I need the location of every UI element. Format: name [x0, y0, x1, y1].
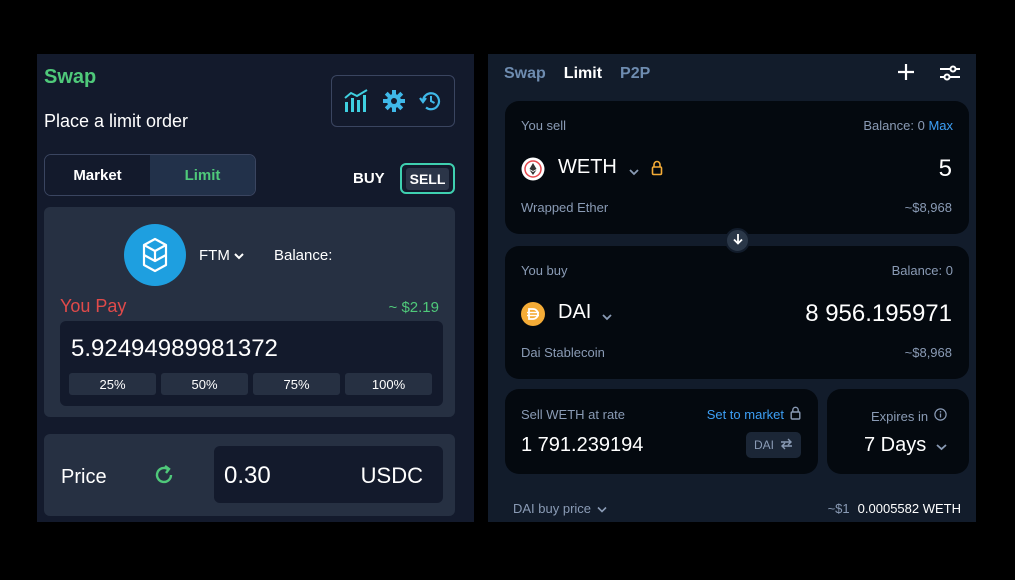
- arrow-down-icon: [732, 232, 744, 250]
- buy-price-toggle[interactable]: DAI buy price: [513, 501, 607, 516]
- buy-amount-input[interactable]: 8 956.195971: [805, 300, 952, 328]
- left-swap-panel: Swap Place a limit order Market Limit BU…: [37, 54, 474, 522]
- buy-token-symbol[interactable]: DAI: [558, 301, 591, 324]
- order-type-toggle: Market Limit: [44, 154, 256, 196]
- rate-label: Sell WETH at rate: [521, 407, 626, 422]
- history-icon[interactable]: [417, 89, 443, 113]
- rate-card: Sell WETH at rate Set to market 1 791.23…: [505, 389, 818, 474]
- pay-amount-input[interactable]: 5.92494989981372: [71, 335, 278, 363]
- chevron-down-icon: [936, 434, 947, 457]
- buy-price-label: DAI buy price: [513, 501, 592, 516]
- rate-unit: DAI: [753, 438, 774, 452]
- buy-toggle[interactable]: BUY: [353, 170, 385, 187]
- chevron-down-icon: [597, 501, 607, 516]
- right-limit-panel: Swap Limit P2P You sell Balance: 0 Max W…: [488, 54, 976, 522]
- percent-25-button[interactable]: 25%: [69, 373, 156, 395]
- chevron-down-icon[interactable]: [602, 308, 612, 326]
- refresh-icon[interactable]: [152, 463, 176, 492]
- sliders-icon[interactable]: [939, 63, 961, 88]
- buy-price-value: 0.0005582 WETH: [857, 501, 961, 516]
- expires-selector[interactable]: 7 Days: [864, 434, 947, 457]
- balance-label: Balance:: [274, 247, 333, 264]
- buy-token-name: Dai Stablecoin: [521, 345, 605, 360]
- price-card: Price 0.30 USDC: [44, 434, 455, 516]
- expires-label: Expires in: [871, 408, 929, 424]
- expires-value: 7 Days: [864, 434, 927, 456]
- weth-icon: [521, 157, 545, 181]
- sell-card: You sell Balance: 0 Max WETH 5 Wrapped E…: [505, 101, 969, 234]
- price-input-box[interactable]: 0.30 USDC: [214, 446, 443, 503]
- percent-50-button[interactable]: 50%: [161, 373, 248, 395]
- buy-card: You buy Balance: 0 DAI 8 956.195971 Dai …: [505, 246, 969, 379]
- percent-buttons: 25% 50% 75% 100%: [69, 373, 432, 395]
- tab-market[interactable]: Market: [45, 155, 150, 195]
- buy-balance: Balance: 0: [891, 263, 953, 278]
- sell-toggle[interactable]: SELL: [400, 163, 455, 194]
- chevron-down-icon: [234, 247, 244, 264]
- swap-direction-button[interactable]: [725, 228, 750, 253]
- sell-token-name: Wrapped Ether: [521, 200, 609, 215]
- max-button[interactable]: Max: [928, 118, 953, 133]
- expires-card: Expires in 7 Days: [827, 389, 969, 474]
- panel-subtitle: Place a limit order: [44, 111, 189, 131]
- toolbar-icons: [331, 75, 455, 127]
- rate-input[interactable]: 1 791.239194: [521, 434, 643, 457]
- sell-balance: Balance: 0 Max: [863, 118, 953, 133]
- dai-icon: [521, 302, 545, 326]
- tab-p2p[interactable]: P2P: [620, 65, 650, 83]
- chevron-down-icon[interactable]: [629, 163, 639, 181]
- pay-card: FTM Balance: You Pay ~ $2.19 5.924949899…: [44, 207, 455, 417]
- set-to-market-label: Set to market: [706, 407, 784, 422]
- swap-arrows-icon: [780, 438, 793, 453]
- percent-75-button[interactable]: 75%: [253, 373, 340, 395]
- fantom-logo: [124, 224, 186, 286]
- percent-100-button[interactable]: 100%: [345, 373, 432, 395]
- tab-limit[interactable]: Limit: [564, 65, 602, 83]
- sell-toggle-label: SELL: [405, 167, 450, 190]
- sell-usd-value: ~$8,968: [904, 200, 952, 215]
- buy-usd-value: ~$8,968: [904, 345, 952, 360]
- lock-icon: [651, 160, 663, 181]
- gear-icon[interactable]: [382, 89, 406, 113]
- price-input[interactable]: 0.30: [224, 462, 271, 490]
- price-currency: USDC: [360, 463, 423, 488]
- info-icon[interactable]: [934, 408, 947, 424]
- you-buy-label: You buy: [521, 263, 568, 278]
- plus-icon[interactable]: [896, 62, 916, 87]
- tab-limit[interactable]: Limit: [150, 155, 255, 195]
- sell-balance-text: Balance: 0: [863, 118, 925, 133]
- set-to-market-button[interactable]: Set to market: [707, 406, 801, 423]
- panel-title: Swap: [44, 66, 97, 88]
- you-sell-label: You sell: [521, 118, 567, 133]
- pay-usd-value: ~ $2.19: [388, 299, 439, 316]
- price-label: Price: [61, 466, 107, 488]
- you-pay-label: You Pay: [60, 296, 127, 316]
- sell-token-symbol[interactable]: WETH: [558, 156, 617, 179]
- token-symbol: FTM: [199, 247, 230, 264]
- tab-swap[interactable]: Swap: [504, 65, 546, 83]
- expires-label-row: Expires in: [871, 408, 947, 424]
- buy-price-usd: ~$1: [827, 501, 850, 516]
- buy-price-info: ~$1 0.0005582 WETH: [828, 501, 961, 516]
- rate-unit-toggle[interactable]: DAI: [745, 432, 801, 458]
- chart-icon[interactable]: [343, 88, 371, 114]
- token-selector[interactable]: FTM: [199, 247, 244, 264]
- lock-icon: [790, 406, 801, 423]
- amount-input-box[interactable]: 5.92494989981372 25% 50% 75% 100%: [60, 321, 443, 406]
- sell-amount-input[interactable]: 5: [939, 155, 952, 183]
- mode-tabs: Swap Limit P2P: [504, 65, 650, 83]
